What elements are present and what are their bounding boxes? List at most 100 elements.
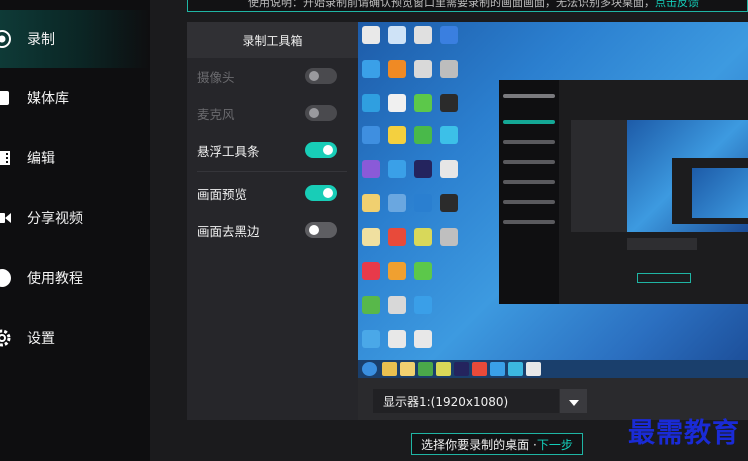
desktop-icon [440,26,458,44]
media-library-icon [0,88,12,108]
nested-sidebar [499,80,559,304]
usage-notice-text: 使用说明：开始录制前请确认预览窗口里需要录制的画面画面，无法识别多块桌面，点击反… [248,0,699,10]
toolbox-row-remove-black-border: 画面去黑边 [197,220,347,240]
desktop-icon [362,296,380,314]
nested-item [503,220,555,224]
desktop-icon [362,126,380,144]
microphone-toggle[interactable] [305,105,337,121]
toggle-knob [323,145,333,155]
nested-next-button [637,273,691,283]
desktop-icon [440,94,458,112]
desktop-icon [388,94,406,112]
desktop-icon [414,26,432,44]
desktop-icon [414,296,432,314]
sidebar-item-tutorial[interactable]: 使用教程 [0,249,150,307]
desktop-icon [414,262,432,280]
nested-monitor-select [627,238,697,250]
taskbar-app-icon [400,362,415,376]
preview-label: 画面预览 [197,186,248,202]
desktop-icon [388,296,406,314]
sidebar-item-label: 编辑 [27,151,55,167]
nested-item [503,200,555,204]
taskbar [358,360,748,378]
nested-item [503,160,555,164]
desktop-icon [388,228,406,246]
sidebar-item-media-library[interactable]: 媒体库 [0,69,150,127]
sidebar-item-share-video[interactable]: 分享视频 [0,189,150,247]
monitor-select-value: 显示器1:(1920x1080) [383,394,509,409]
desktop-icon [414,330,432,348]
desktop-preview[interactable] [358,22,748,378]
desktop-icon [440,228,458,246]
nested-logo [503,94,555,98]
recording-toolbox: 录制工具箱 摄像头 麦克风 悬浮工具条 画面预览 画面去黑边 [187,22,358,420]
chevron-down-icon [568,392,580,411]
gear-icon [0,328,12,348]
nested-toolbox [571,120,627,232]
toolbox-title: 录制工具箱 [187,22,358,58]
nested-item [503,140,555,144]
help-icon [0,268,12,288]
next-step-prefix: 选择你要录制的桌面 · [421,437,537,452]
sidebar-item-settings[interactable]: 设置 [0,309,150,367]
camera-label: 摄像头 [197,69,235,85]
nested-desktop-preview-inner [692,168,748,218]
remove-black-border-label: 画面去黑边 [197,223,260,239]
sidebar-item-label: 设置 [27,331,55,347]
monitor-select[interactable]: 显示器1:(1920x1080) [373,389,559,413]
desktop-icon [388,126,406,144]
desktop-icon [388,160,406,178]
desktop-icon [414,94,432,112]
desktop-icon [414,160,432,178]
taskbar-app-icon [508,362,523,376]
feedback-link[interactable]: 点击反馈 [655,0,699,9]
toggle-knob [309,71,319,81]
taskbar-app-icon [526,362,541,376]
desktop-icon [388,60,406,78]
desktop-icon [388,330,406,348]
desktop-icon [414,194,432,212]
taskbar-app-icon [454,362,469,376]
sidebar-item-edit[interactable]: 编辑 [0,129,150,187]
desktop-icon [440,160,458,178]
sidebar-item-record[interactable]: 录制 [0,10,150,68]
floating-toolbar-label: 悬浮工具条 [197,143,260,159]
desktop-icon [362,26,380,44]
toggle-knob [323,188,333,198]
nested-item [503,180,555,184]
video-camera-icon [0,208,12,228]
toggle-knob [309,108,319,118]
desktop-icon [414,126,432,144]
watermark: 最需教育 [628,417,740,449]
floating-toolbar-toggle[interactable] [305,142,337,158]
microphone-label: 麦克风 [197,106,235,122]
toolbox-row-camera: 摄像头 [197,66,347,86]
next-step-action: 下一步 [536,437,573,452]
taskbar-app-icon [436,362,451,376]
desktop-icon [362,228,380,246]
monitor-dropdown-button[interactable] [560,389,587,413]
desktop-icon [388,26,406,44]
toolbox-row-microphone: 麦克风 [197,103,347,123]
desktop-icon [362,262,380,280]
desktop-icon [362,194,380,212]
taskbar-app-icon [382,362,397,376]
film-icon [0,148,12,168]
nested-item [503,120,555,124]
toolbox-row-floating-toolbar: 悬浮工具条 [197,140,347,160]
camera-toggle[interactable] [305,68,337,84]
sidebar-item-label: 分享视频 [27,211,83,227]
sidebar-item-label: 使用教程 [27,271,83,287]
preview-toggle[interactable] [305,185,337,201]
desktop-icon [414,60,432,78]
next-step-button[interactable]: 选择你要录制的桌面 · 下一步 [411,433,583,455]
sidebar: 录制 媒体库 编辑 分享视频 使用教程 设置 [0,0,150,461]
toolbox-row-preview: 画面预览 [197,183,347,203]
toolbox-divider [197,171,347,172]
desktop-icon [440,60,458,78]
desktop-icon [362,330,380,348]
desktop-icon [414,228,432,246]
taskbar-app-icon [472,362,487,376]
remove-black-border-toggle[interactable] [305,222,337,238]
desktop-icon [388,262,406,280]
